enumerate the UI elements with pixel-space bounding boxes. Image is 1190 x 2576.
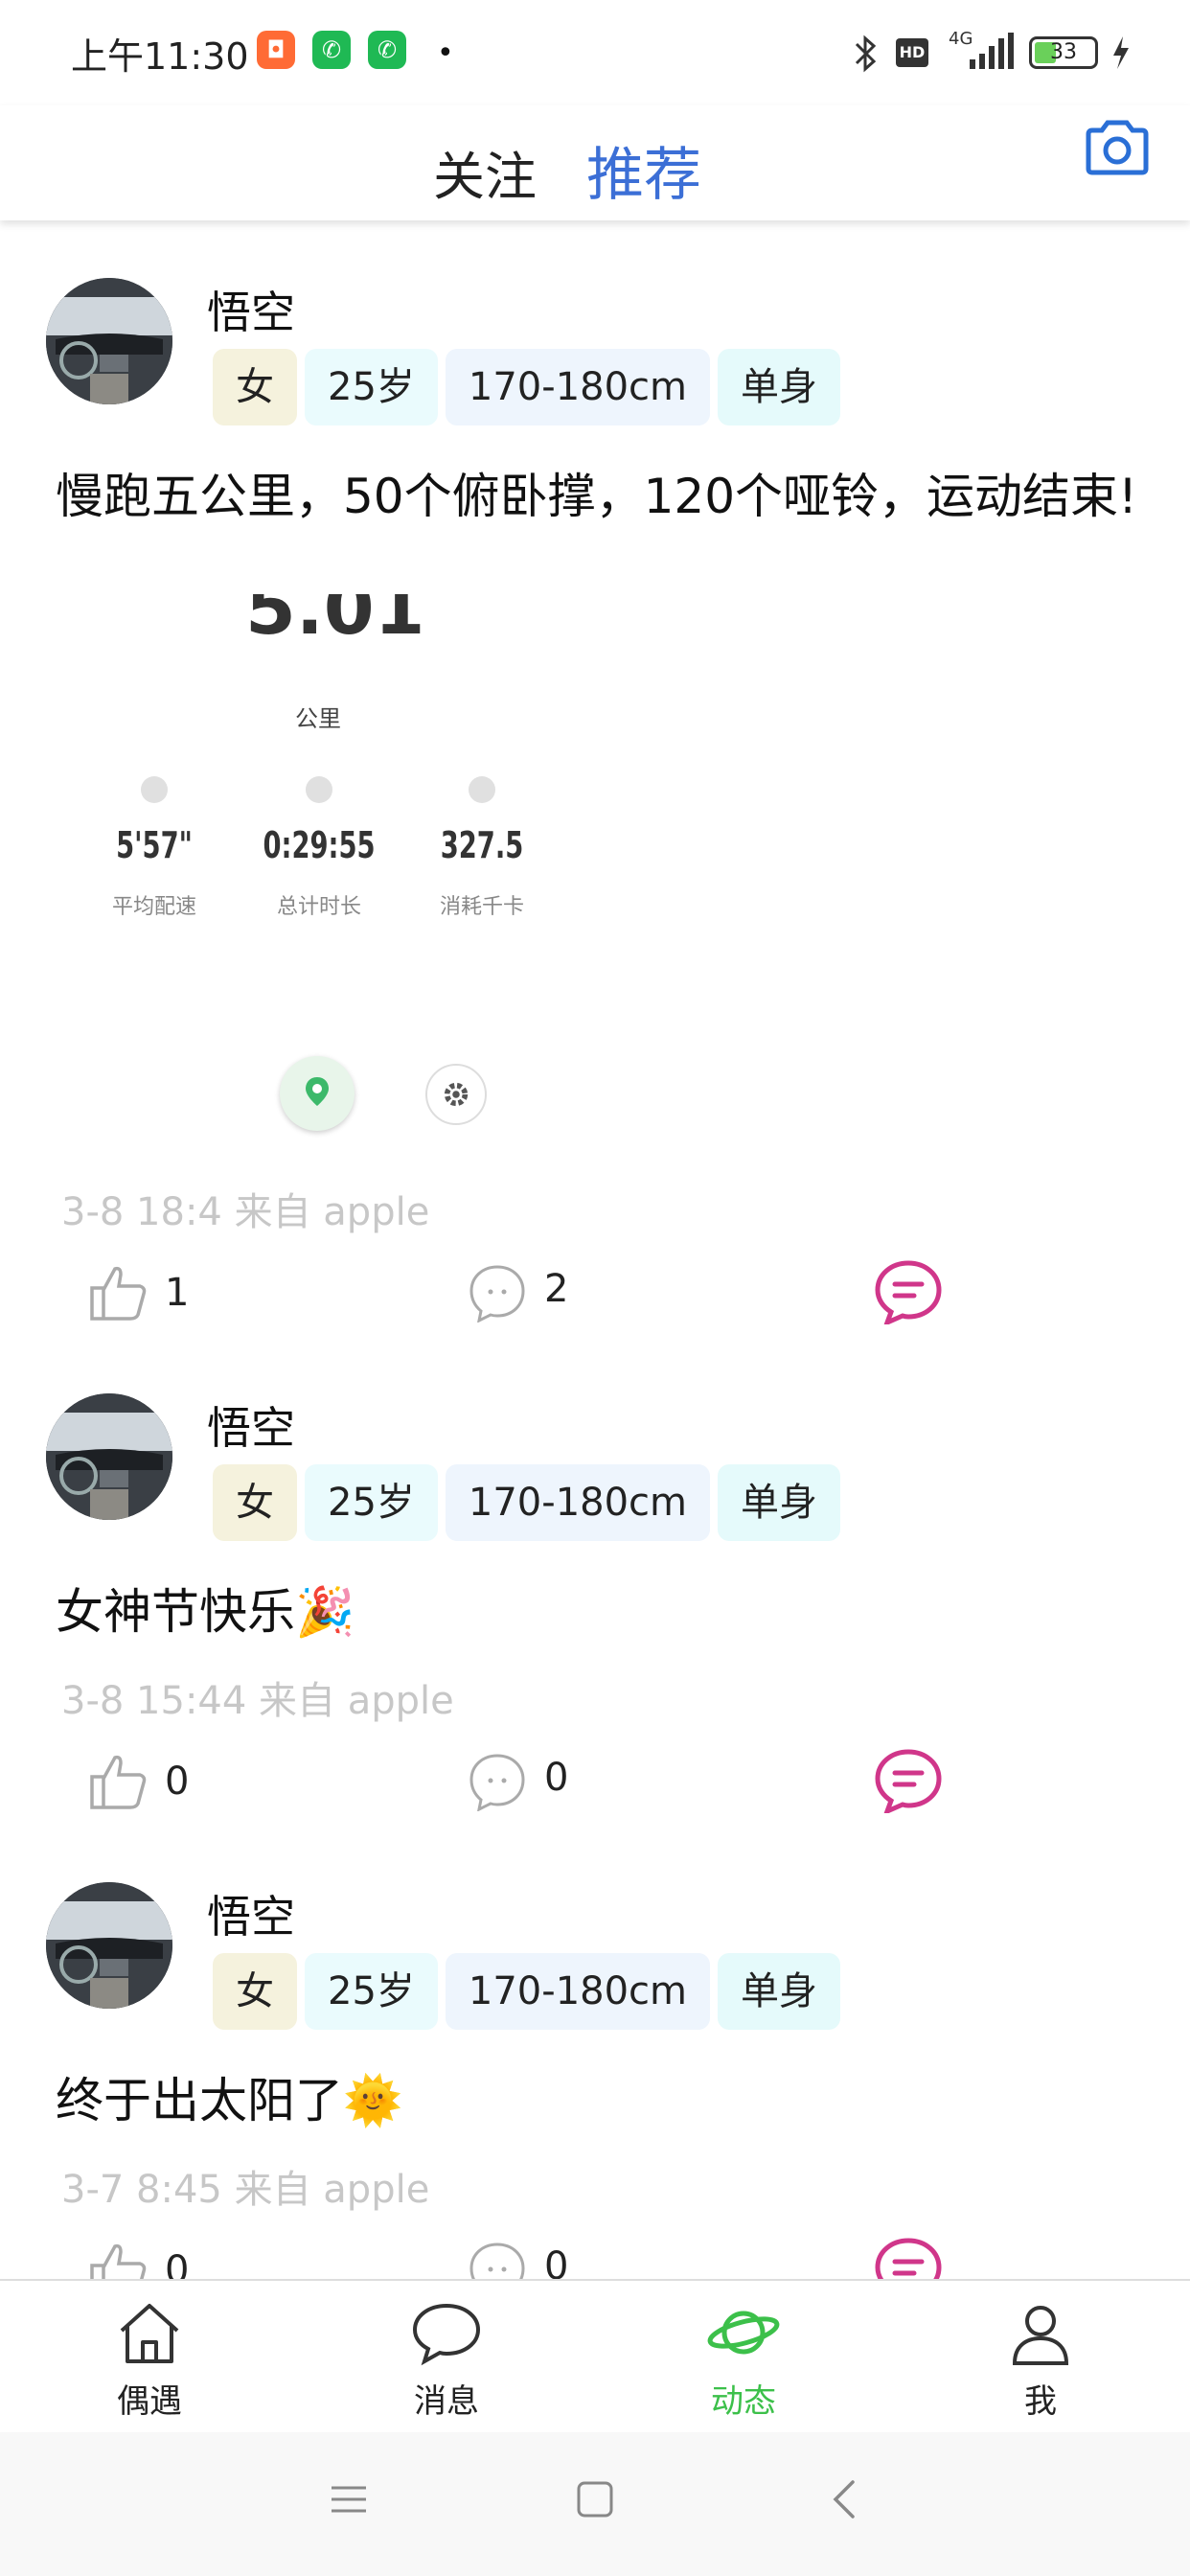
username: 悟空	[207, 1891, 295, 1943]
map-pin-icon	[280, 1056, 355, 1131]
battery-level: 33	[1050, 40, 1077, 64]
comment-icon[interactable]	[468, 1263, 527, 1322]
phone-app-icon: ✆	[312, 31, 351, 69]
post-text: 慢跑五公里，50个俯卧撑，120个哑铃，运动结束!	[56, 469, 1138, 524]
comment-count: 2	[544, 1267, 569, 1311]
post-image-run-summary[interactable]: 5.01 公里 5'57" 平均配速 0:29:55 总计时长 327.5 消耗…	[0, 594, 575, 1131]
comment-icon[interactable]	[468, 1752, 527, 1811]
run-stat-value: 5'57"	[116, 824, 193, 866]
chat-bubble-icon	[412, 2303, 481, 2366]
run-stat-label: 总计时长	[276, 895, 361, 919]
run-stat: 5'57" 平均配速	[73, 776, 236, 920]
tab-moments[interactable]: 动态	[667, 2298, 820, 2422]
top-header: 关注 推荐	[0, 105, 1190, 220]
car-interior-image	[46, 1882, 172, 2009]
user-tags: 女 25岁 170-180cm 单身	[213, 1953, 840, 2030]
tab-label: 消息	[414, 2382, 479, 2421]
signal-icon	[970, 33, 1014, 69]
post-meta: 3-8 15:44 来自 apple	[61, 1679, 454, 1723]
home-icon	[120, 2304, 179, 2363]
menu-icon[interactable]	[330, 2480, 368, 2518]
flame-icon	[469, 776, 495, 803]
tag-relationship: 单身	[718, 1464, 840, 1541]
avatar[interactable]	[46, 278, 172, 404]
shopping-app-icon: ◘	[257, 31, 295, 69]
tag-relationship: 单身	[718, 349, 840, 426]
like-count: 1	[165, 1271, 190, 1315]
thumbs-up-icon[interactable]	[86, 1261, 149, 1324]
message-icon[interactable]	[874, 1748, 943, 1813]
user-tags: 女 25岁 170-180cm 单身	[213, 349, 840, 426]
bottom-tab-bar: 偶遇 消息 动态 我	[0, 2279, 1190, 2432]
back-icon[interactable]	[830, 2478, 858, 2520]
run-distance-unit: 公里	[295, 705, 341, 732]
home-button-icon[interactable]	[576, 2480, 614, 2518]
tag-age: 25岁	[305, 1953, 438, 2030]
run-stat-label: 平均配速	[111, 895, 196, 919]
tab-label: 我	[1024, 2382, 1057, 2421]
post-meta: 3-8 18:4 来自 apple	[61, 1190, 430, 1234]
battery-indicator: 33	[1029, 36, 1098, 69]
tab-follow[interactable]: 关注	[433, 134, 537, 210]
person-icon	[1012, 2306, 1069, 2365]
post-meta: 3-7 8:45 来自 apple	[61, 2168, 430, 2212]
run-distance: 5.01	[245, 594, 425, 651]
clock-icon	[306, 776, 332, 803]
run-stat: 0:29:55 总计时长	[238, 776, 400, 920]
avatar[interactable]	[46, 1882, 172, 2009]
pace-icon	[141, 776, 168, 803]
status-time: 上午11:30	[71, 35, 249, 78]
bluetooth-icon	[855, 34, 877, 73]
tag-height: 170-180cm	[445, 349, 710, 426]
more-notifications-dot: •	[437, 36, 454, 70]
status-bar: 上午11:30 ◘ ✆ ✆ • HD 4G 33	[0, 0, 1190, 105]
post-text: 终于出太阳了🌞	[56, 2073, 403, 2128]
tab-messages[interactable]: 消息	[370, 2298, 523, 2422]
tab-label: 动态	[711, 2382, 776, 2421]
hd-badge: HD	[896, 38, 928, 67]
username: 悟空	[207, 287, 295, 338]
tab-encounter[interactable]: 偶遇	[73, 2298, 226, 2422]
tag-age: 25岁	[305, 349, 438, 426]
like-count: 0	[165, 1760, 190, 1804]
tag-height: 170-180cm	[445, 1464, 710, 1541]
comment-count: 0	[544, 1756, 569, 1800]
camera-icon[interactable]	[1083, 119, 1152, 176]
tab-me[interactable]: 我	[964, 2298, 1117, 2422]
tag-height: 170-180cm	[445, 1953, 710, 2030]
run-stat-value: 0:29:55	[263, 824, 376, 866]
charging-icon	[1113, 36, 1129, 69]
system-navigation-bar	[0, 2432, 1190, 2576]
message-icon[interactable]	[874, 1259, 943, 1324]
tag-gender: 女	[213, 1464, 297, 1541]
user-tags: 女 25岁 170-180cm 单身	[213, 1464, 840, 1541]
gear-icon	[425, 1064, 487, 1125]
run-stat-label: 消耗千卡	[439, 895, 524, 919]
post-text: 女神节快乐🎉	[56, 1584, 355, 1640]
tab-label: 偶遇	[117, 2382, 182, 2421]
car-interior-image	[46, 1393, 172, 1520]
car-interior-image	[46, 278, 172, 404]
run-stat-value: 327.5	[440, 824, 524, 866]
tag-gender: 女	[213, 349, 297, 426]
planet-icon	[707, 2311, 780, 2355]
phone-app-icon-2: ✆	[368, 31, 406, 69]
tag-age: 25岁	[305, 1464, 438, 1541]
username: 悟空	[207, 1402, 295, 1454]
run-stat: 327.5 消耗千卡	[400, 776, 563, 920]
tab-recommend[interactable]: 推荐	[586, 128, 701, 212]
tag-gender: 女	[213, 1953, 297, 2030]
tag-relationship: 单身	[718, 1953, 840, 2030]
thumbs-up-icon[interactable]	[86, 1750, 149, 1813]
avatar[interactable]	[46, 1393, 172, 1520]
